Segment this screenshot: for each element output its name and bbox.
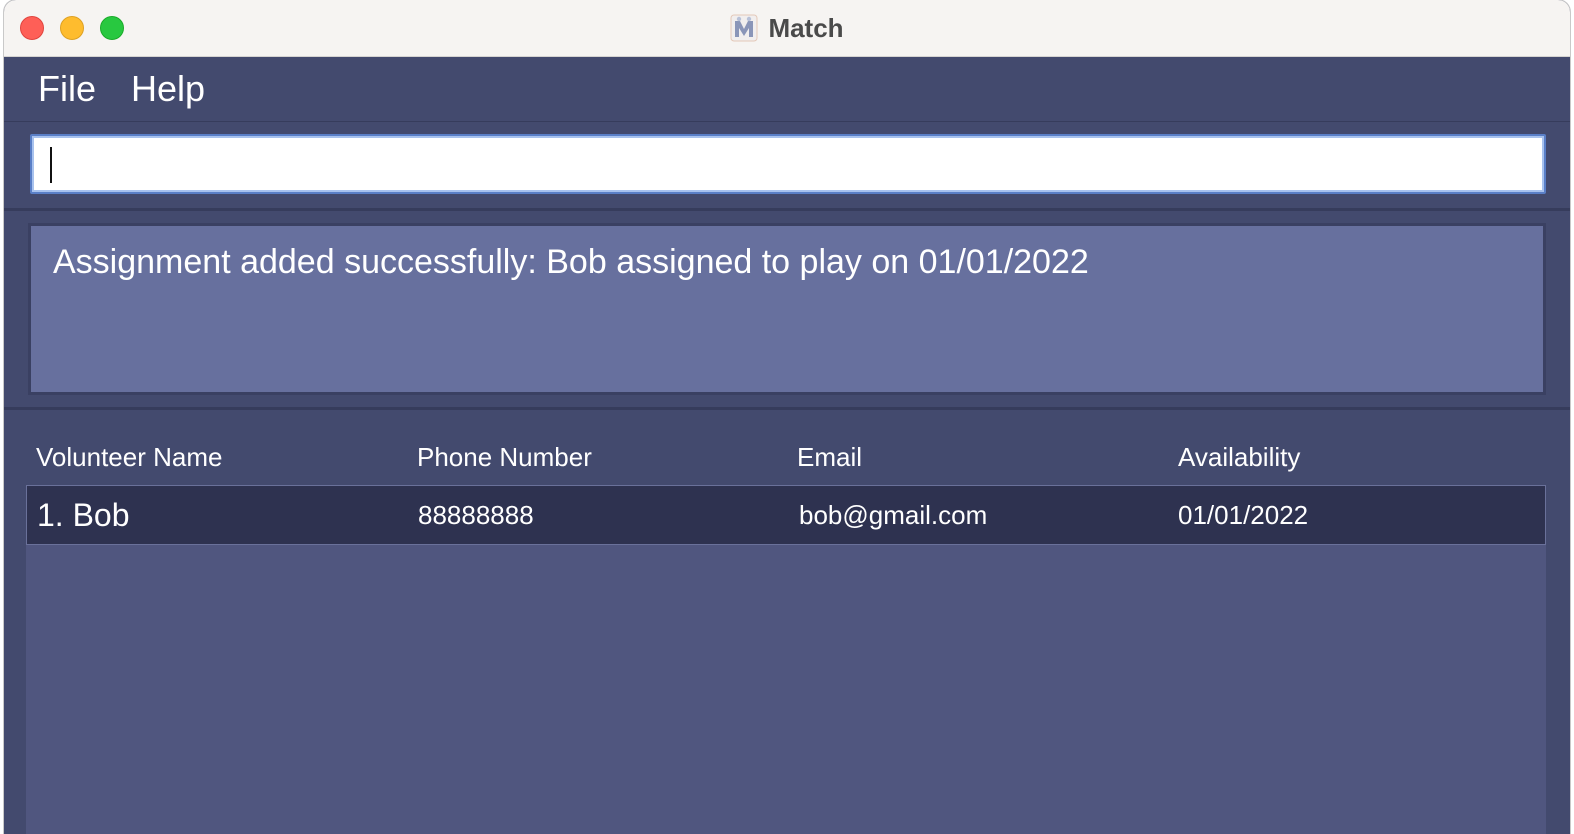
cell-email: bob@gmail.com bbox=[799, 499, 988, 530]
result-display-area: Assignment added successfully: Bob assig… bbox=[4, 211, 1570, 410]
result-message: Assignment added successfully: Bob assig… bbox=[53, 243, 1089, 281]
result-display: Assignment added successfully: Bob assig… bbox=[28, 223, 1546, 395]
volunteer-list-area: Volunteer Name Phone Number Email Availa… bbox=[4, 410, 1570, 834]
header-phone-number: Phone Number bbox=[417, 442, 592, 472]
command-box-area bbox=[4, 122, 1570, 211]
text-caret bbox=[50, 147, 52, 183]
header-email: Email bbox=[797, 442, 863, 472]
menu-help[interactable]: Help bbox=[131, 67, 205, 111]
cell-volunteer-name: 1. Bob bbox=[37, 496, 130, 533]
cell-phone-number: 88888888 bbox=[418, 499, 534, 530]
menu-bar: File Help bbox=[4, 57, 1570, 122]
match-logo-icon bbox=[730, 14, 758, 42]
menu-file[interactable]: File bbox=[38, 67, 96, 111]
app-window: Match File Help Assignment added success… bbox=[4, 0, 1570, 834]
header-volunteer-name: Volunteer Name bbox=[36, 442, 223, 472]
table-row[interactable]: 1. Bob 88888888 bob@gmail.com 01/01/2022 bbox=[26, 485, 1546, 545]
title-bar: Match bbox=[4, 0, 1570, 57]
window-title: Match bbox=[768, 12, 844, 43]
cell-availability: 01/01/2022 bbox=[1178, 499, 1309, 530]
title-wrap: Match bbox=[4, 0, 1570, 56]
command-input[interactable] bbox=[30, 134, 1546, 194]
header-availability: Availability bbox=[1178, 442, 1301, 472]
